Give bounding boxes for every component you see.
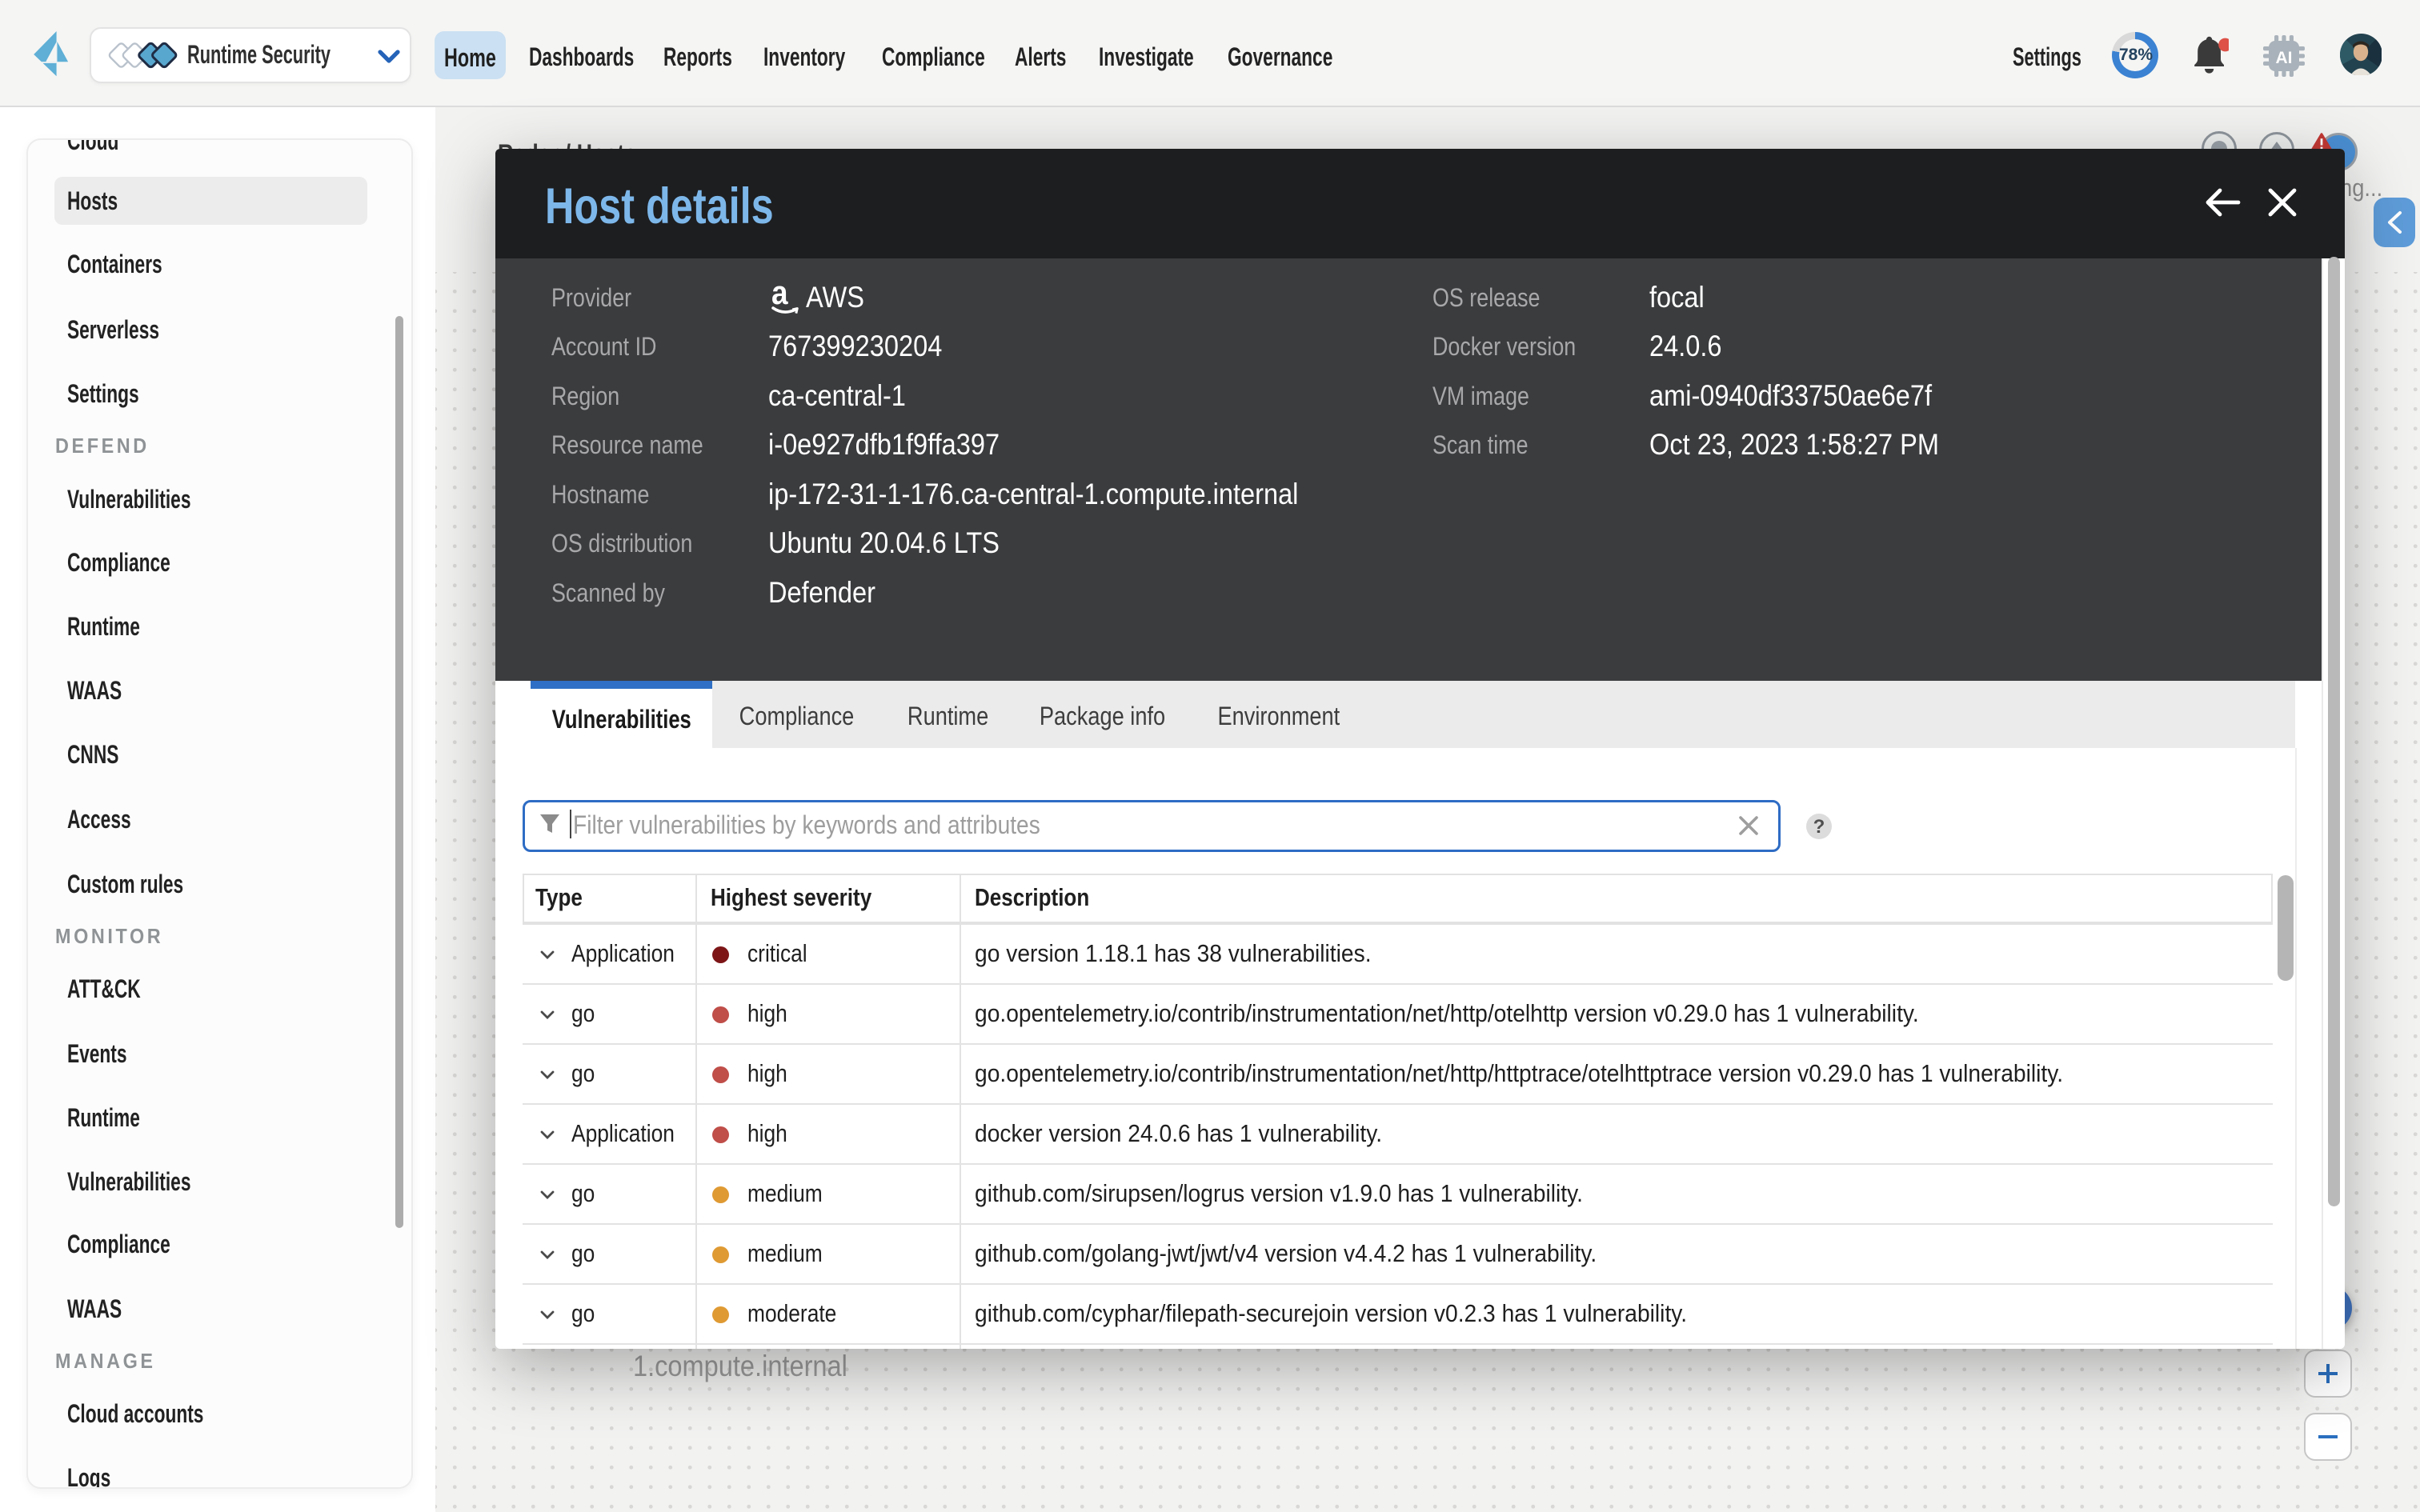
svg-text:AI: AI	[2276, 49, 2293, 67]
svg-text:a: a	[771, 274, 788, 311]
